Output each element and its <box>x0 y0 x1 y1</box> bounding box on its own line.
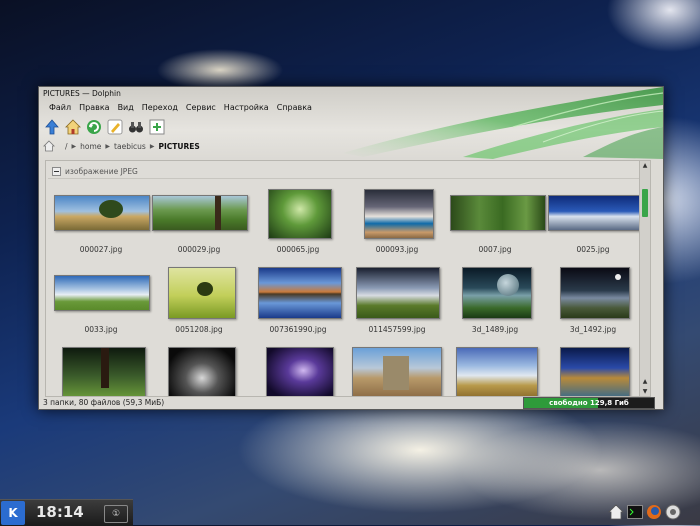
thumbnail[interactable] <box>54 275 150 311</box>
find-button[interactable] <box>127 118 145 136</box>
collapse-icon[interactable] <box>52 166 61 176</box>
window-chrome: PICTURES — Dolphin Файл Правка Вид Перех… <box>39 87 663 159</box>
file-name[interactable]: 011457599.jpg <box>348 325 446 334</box>
menu-help[interactable]: Справка <box>273 102 316 114</box>
thumbnail[interactable] <box>356 267 440 319</box>
tray-terminal-icon[interactable] <box>627 504 643 520</box>
tray-settings-icon[interactable] <box>665 504 681 520</box>
pager-button[interactable]: ① <box>104 505 128 523</box>
edit-button[interactable] <box>106 118 124 136</box>
scroll-down-arrow[interactable]: ▲ <box>640 377 650 387</box>
file-name[interactable]: 0007.jpg <box>446 245 544 254</box>
menu-bar: Файл Правка Вид Переход Сервис Настройка… <box>45 102 316 114</box>
crumb-separator: ▶ <box>149 142 155 150</box>
up-arrow-icon <box>45 119 59 135</box>
thumbnail[interactable] <box>62 347 146 396</box>
file-name[interactable]: 000027.jpg <box>52 245 150 254</box>
up-button[interactable] <box>43 118 61 136</box>
window-title: PICTURES — Dolphin <box>43 89 121 98</box>
thumbnail[interactable] <box>548 195 644 231</box>
thumbnail[interactable] <box>152 195 248 231</box>
thumbnail[interactable] <box>462 267 532 319</box>
new-tab-button[interactable] <box>148 118 166 136</box>
status-text: 3 папки, 80 файлов (59,3 МиБ) <box>43 398 165 407</box>
scroll-thumb[interactable] <box>642 189 648 217</box>
thumbnail[interactable] <box>450 195 546 231</box>
file-name[interactable]: 0051208.jpg <box>150 325 248 334</box>
edit-icon <box>107 119 123 135</box>
thumbnail[interactable] <box>54 195 150 231</box>
file-name[interactable]: 000093.jpg <box>348 245 446 254</box>
thumbnail[interactable] <box>258 267 342 319</box>
clock[interactable]: 18:14 <box>36 503 84 521</box>
thumbnail[interactable] <box>266 347 334 396</box>
thumbnail[interactable] <box>364 189 434 239</box>
menu-view[interactable]: Вид <box>114 102 138 114</box>
file-name[interactable]: 007361990.jpg <box>249 325 347 334</box>
reload-button[interactable] <box>85 118 103 136</box>
home-button[interactable] <box>64 118 82 136</box>
menu-tools[interactable]: Сервис <box>182 102 220 114</box>
scroll-up-arrow[interactable]: ▲ <box>640 161 650 171</box>
thumbnail[interactable] <box>352 347 442 396</box>
decorative-swoosh <box>343 87 663 159</box>
system-tray <box>608 499 700 525</box>
tray-home-icon[interactable] <box>608 504 624 520</box>
file-name[interactable]: 000029.jpg <box>150 245 248 254</box>
crumb-root[interactable]: / <box>65 142 68 151</box>
crumb-home[interactable]: home <box>80 142 101 151</box>
reload-icon <box>87 120 101 134</box>
thumbnail[interactable] <box>560 347 630 396</box>
file-name[interactable]: 000065.jpg <box>249 245 347 254</box>
free-space-bar[interactable]: свободно 129,8 Гиб <box>523 397 655 409</box>
home-crumb-icon[interactable] <box>43 140 55 152</box>
thumbnail[interactable] <box>168 267 236 319</box>
menu-file[interactable]: Файл <box>45 102 75 114</box>
tray-firefox-icon[interactable] <box>646 504 662 520</box>
main-toolbar <box>43 118 166 136</box>
crumb-user[interactable]: taebicus <box>114 142 146 151</box>
thumbnail[interactable] <box>456 347 538 396</box>
home-icon <box>65 119 81 135</box>
binoculars-icon <box>129 122 143 133</box>
thumbnail[interactable] <box>560 267 630 319</box>
breadcrumb: / ▶ home ▶ taebicus ▶ PICTURES <box>43 139 200 153</box>
file-name[interactable]: 3d_1489.jpg <box>446 325 544 334</box>
crumb-current[interactable]: PICTURES <box>158 142 199 151</box>
file-view[interactable]: изображение JPEG 000027.jpg 000029.jpg 0… <box>45 160 651 397</box>
menu-go[interactable]: Переход <box>138 102 182 114</box>
menu-settings[interactable]: Настройка <box>220 102 273 114</box>
file-name[interactable]: 0033.jpg <box>52 325 150 334</box>
kde-menu-button[interactable]: K <box>1 501 25 525</box>
new-tab-icon <box>149 119 165 135</box>
vertical-scrollbar[interactable]: ▲ ▲ ▼ <box>639 161 650 396</box>
menu-edit[interactable]: Правка <box>75 102 113 114</box>
file-name[interactable]: 0025.jpg <box>544 245 642 254</box>
taskbar-panel: K 18:14 ① <box>0 499 133 526</box>
thumbnail[interactable] <box>168 347 236 396</box>
crumb-separator: ▶ <box>105 142 111 150</box>
pager-icon: ① <box>111 509 121 519</box>
crumb-separator: ▶ <box>71 142 77 150</box>
dolphin-window: PICTURES — Dolphin Файл Правка Вид Перех… <box>38 86 664 410</box>
status-bar: 3 папки, 80 файлов (59,3 МиБ) свободно 1… <box>39 396 663 409</box>
group-header: изображение JPEG <box>48 164 644 179</box>
group-label: изображение JPEG <box>65 166 138 176</box>
file-name[interactable]: 3d_1492.jpg <box>544 325 642 334</box>
thumbnail[interactable] <box>268 189 332 239</box>
free-space-label: свободно 129,8 Гиб <box>549 399 629 407</box>
kde-logo-icon: K <box>8 506 18 520</box>
